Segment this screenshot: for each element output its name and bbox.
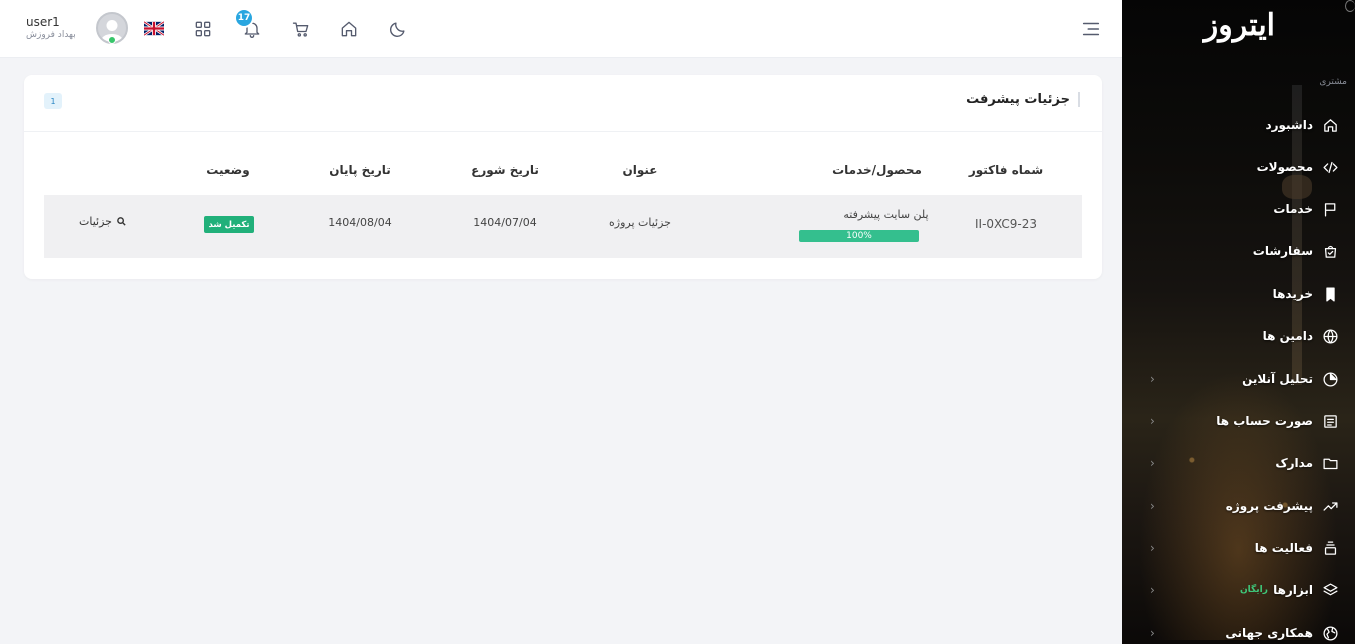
chevron-left-icon: ‹ bbox=[1150, 626, 1155, 640]
home-icon bbox=[1323, 118, 1337, 132]
chevron-left-icon: ‹ bbox=[1150, 499, 1155, 513]
logo[interactable]: ایتروز bbox=[1204, 8, 1275, 43]
sidebar-item-label: دامین ها bbox=[1262, 329, 1313, 343]
sidebar-item-services[interactable]: خدمات bbox=[1122, 192, 1355, 226]
bookmark-icon bbox=[1325, 286, 1335, 302]
dark-mode-toggle[interactable] bbox=[383, 14, 413, 44]
home-icon bbox=[341, 21, 357, 37]
sidebar-item-label: همکاری جهانی bbox=[1225, 626, 1313, 640]
flag-icon bbox=[1324, 202, 1335, 217]
menu-toggle-icon[interactable] bbox=[1080, 18, 1102, 40]
sidebar-item-purchases[interactable]: خریدها bbox=[1122, 277, 1355, 311]
sidebar-item-project-progress[interactable]: پیشرفت پروژه ‹ bbox=[1122, 489, 1355, 523]
sidebar-item-dashboard[interactable]: داشبورد bbox=[1122, 108, 1355, 142]
bag-icon bbox=[1324, 245, 1336, 258]
progress-value: 100% bbox=[846, 231, 872, 241]
top-bar: user1 بهداد فروزش 17 bbox=[0, 0, 1122, 58]
details-label: جزئیات bbox=[79, 215, 112, 228]
pie-chart-icon bbox=[1322, 371, 1338, 387]
chevron-left-icon: ‹ bbox=[1150, 583, 1155, 597]
progress-details-card: جزئیات پیشرفت 1 شماه فاکتور محصول/خدمات … bbox=[24, 75, 1102, 279]
start-date: 1404/07/04 bbox=[473, 216, 537, 229]
sidebar-item-label: سفارشات bbox=[1252, 244, 1313, 258]
stack-icon bbox=[1324, 540, 1336, 555]
project-title: جزئیات پروژه bbox=[609, 216, 671, 229]
uk-flag-icon[interactable] bbox=[144, 21, 164, 36]
grid-icon bbox=[195, 21, 211, 37]
sidebar-item-label: فعالیت ها bbox=[1254, 541, 1313, 555]
home-button[interactable] bbox=[334, 14, 364, 44]
search-icon bbox=[117, 217, 126, 226]
divider bbox=[24, 131, 1102, 132]
column-header-invoice: شماه فاکتور bbox=[968, 163, 1044, 177]
globe-icon bbox=[1322, 328, 1338, 344]
sidebar-item-label: خدمات bbox=[1273, 202, 1313, 216]
column-header-title: عنوان bbox=[622, 163, 658, 177]
section-label: مشتری bbox=[1319, 77, 1347, 87]
sidebar-item-label: ابزارها bbox=[1273, 583, 1313, 597]
free-badge: رایگان bbox=[1240, 585, 1268, 595]
invoice-number: II-0XC9-23 bbox=[974, 217, 1038, 231]
sidebar-item-label: خریدها bbox=[1272, 287, 1313, 301]
sidebar-item-label: مدارک bbox=[1275, 456, 1313, 470]
user-name: user1 bbox=[26, 14, 60, 29]
column-header-end-date: تاریخ پایان bbox=[329, 163, 391, 177]
sidebar-item-label: داشبورد bbox=[1265, 118, 1313, 132]
sidebar-item-products[interactable]: محصولات bbox=[1122, 150, 1355, 184]
sidebar-item-label: صورت حساب ها bbox=[1216, 414, 1313, 428]
trend-icon bbox=[1322, 501, 1338, 511]
sidebar-item-label: تحلیل آنلاین bbox=[1242, 372, 1313, 386]
product-name: پلن سایت پیشرفته bbox=[843, 208, 929, 221]
chevron-left-icon: ‹ bbox=[1150, 456, 1155, 470]
notifications-button[interactable]: 17 bbox=[234, 8, 267, 44]
moon-icon bbox=[390, 22, 405, 37]
sidebar-item-activities[interactable]: فعالیت ها ‹ bbox=[1122, 531, 1355, 565]
details-button[interactable]: جزئیات bbox=[79, 215, 127, 228]
sidebar: ایتروز مشتری داشبورد محصولات خدمات سفارش… bbox=[1122, 0, 1355, 644]
receipt-icon bbox=[1323, 414, 1337, 428]
layers-icon bbox=[1322, 582, 1338, 595]
count-badge: 1 bbox=[44, 93, 62, 109]
chevron-left-icon: ‹ bbox=[1150, 541, 1155, 555]
sidebar-item-domains[interactable]: دامین ها bbox=[1122, 319, 1355, 353]
sidebar-item-invoices[interactable]: صورت حساب ها ‹ bbox=[1122, 404, 1355, 438]
scroll-indicator[interactable] bbox=[1345, 0, 1355, 12]
user-names: user1 بهداد فروزش bbox=[26, 14, 76, 40]
end-date: 1404/08/04 bbox=[328, 216, 392, 229]
progress-bar: 100% bbox=[799, 230, 919, 242]
cart-button[interactable] bbox=[286, 14, 316, 44]
column-header-product: محصول/خدمات bbox=[832, 163, 922, 177]
sidebar-item-documents[interactable]: مدارک ‹ bbox=[1122, 446, 1355, 480]
sidebar-item-label: پیشرفت پروژه bbox=[1225, 499, 1313, 513]
sidebar-item-label: محصولات bbox=[1256, 160, 1313, 174]
chevron-left-icon: ‹ bbox=[1150, 372, 1155, 386]
card-title: جزئیات پیشرفت bbox=[966, 92, 1080, 107]
user-role: بهداد فروزش bbox=[26, 29, 76, 40]
status-badge: تکمیل شد bbox=[204, 216, 254, 233]
sidebar-item-orders[interactable]: سفارشات bbox=[1122, 234, 1355, 268]
table-row bbox=[44, 195, 1082, 258]
online-status-dot bbox=[108, 36, 116, 44]
sidebar-item-global-partnership[interactable]: همکاری جهانی ‹ bbox=[1122, 616, 1355, 644]
column-header-start-date: تاریخ شورع bbox=[471, 163, 539, 177]
column-header-status: وضعیت bbox=[206, 163, 250, 177]
code-icon bbox=[1322, 161, 1338, 173]
chevron-left-icon: ‹ bbox=[1150, 414, 1155, 428]
apps-grid-button[interactable] bbox=[188, 14, 218, 44]
world-icon bbox=[1322, 625, 1338, 641]
sidebar-item-online-analysis[interactable]: تحلیل آنلاین ‹ bbox=[1122, 362, 1355, 396]
notification-count-badge: 17 bbox=[234, 8, 254, 28]
cart-icon bbox=[292, 22, 309, 37]
sidebar-item-tools[interactable]: ابزارها رایگان ‹ bbox=[1122, 573, 1355, 607]
folder-icon bbox=[1322, 458, 1338, 469]
